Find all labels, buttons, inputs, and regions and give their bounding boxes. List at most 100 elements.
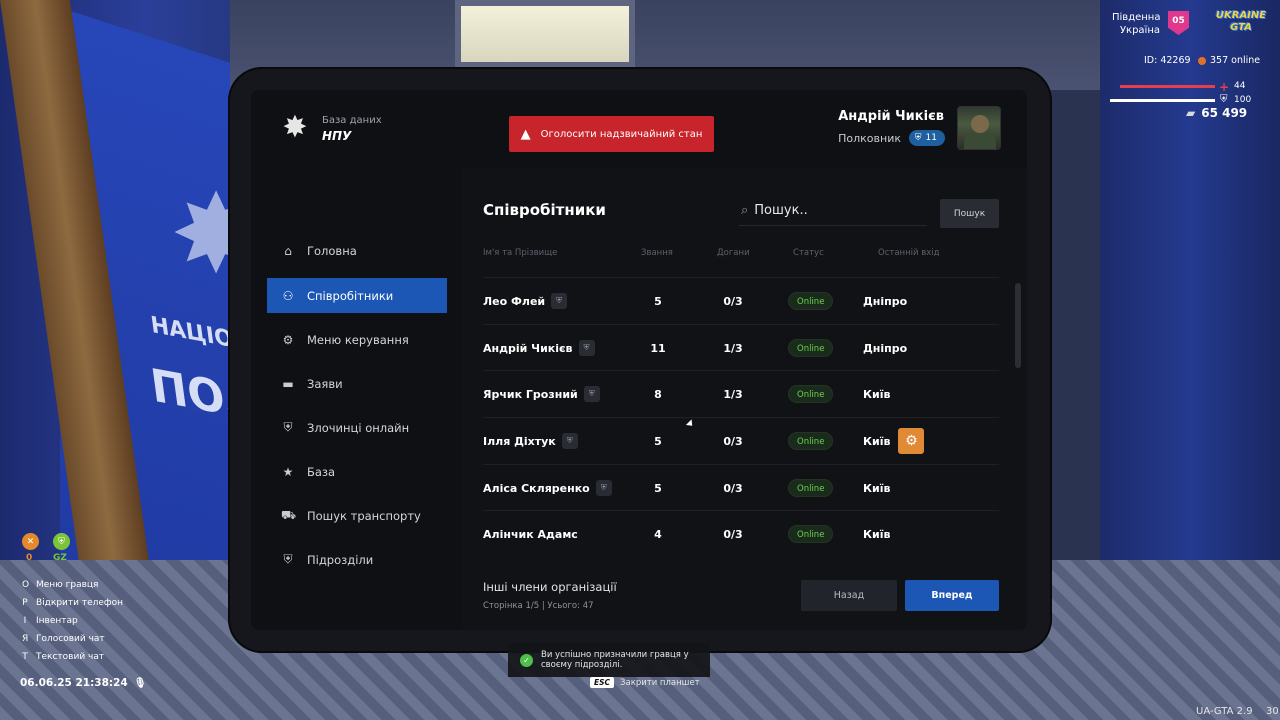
emergency-button-label: Оголосити надзвичайний стан: [540, 128, 703, 140]
microphone-icon: 🎙: [133, 677, 147, 689]
datetime: 06.06.25 21:38:24 🎙: [20, 677, 146, 689]
table-row[interactable]: Андрій Чикієв ⛨ 11 1/3 Online Дніпро: [483, 324, 999, 370]
column-header-name: Ім'я та Прізвище: [483, 248, 558, 258]
money-icon: ▰: [1186, 106, 1196, 120]
rank-level: 11: [925, 133, 937, 143]
shield-icon: ⛨: [561, 433, 578, 449]
declare-emergency-button[interactable]: ▲ Оголосити надзвичайний стан: [509, 116, 714, 152]
status-badge: Online: [788, 525, 834, 543]
user-rank: Полковник: [838, 132, 901, 145]
sidebar-item-criminals-online[interactable]: ⛨ Злочинці онлайн: [267, 410, 447, 445]
hotkey-open-phone: P Відкрити телефон: [22, 598, 123, 608]
employee-last-login: Київ: [863, 481, 891, 495]
sidebar-item-label: Пошук транспорту: [307, 508, 421, 523]
money-display: ▰ 65 499: [1186, 106, 1247, 120]
employee-rank: 8: [654, 387, 662, 401]
users-icon: ⚇: [282, 288, 294, 303]
logo-line1: UKRAINE: [1215, 10, 1267, 21]
hotkey-key: I: [23, 616, 27, 626]
hotkey-label: Відкрити телефон: [36, 598, 124, 608]
player-id: ID: 42269: [1144, 55, 1191, 66]
next-button[interactable]: Вперед: [905, 580, 999, 611]
employee-last-login: Дніпро: [863, 341, 908, 355]
sidebar-item-label: Підрозділи: [307, 552, 374, 567]
online-text: 357 online: [1210, 55, 1261, 66]
employee-warnings: 0/3: [723, 434, 743, 448]
table-row[interactable]: Алінчик Адамс 4 0/3 Online Київ: [483, 510, 999, 556]
armor-value: 100: [1234, 95, 1252, 105]
employee-last-login: Київ: [863, 387, 891, 401]
avatar: [957, 106, 1001, 150]
employee-name: Андрій Чикієв: [483, 341, 573, 355]
table-row[interactable]: Ярчик Грозний ⛨ 8 1/3 Online Київ: [483, 370, 999, 416]
hunger-icon: ✕: [22, 533, 39, 550]
check-icon: ✓: [520, 653, 533, 667]
shield-icon: ⛨: [914, 133, 922, 143]
column-header-rank: Звання: [641, 248, 673, 258]
status-badge: Online: [788, 339, 834, 357]
fps-counter: 30: [1266, 706, 1279, 717]
hunger-value: 0: [26, 553, 33, 563]
status-badge: Online: [788, 292, 834, 310]
sidebar-item-vehicle-search[interactable]: ⛟ Пошук транспорту: [267, 498, 447, 533]
close-tablet-hint: ESC Закрити планшет: [590, 677, 700, 688]
employee-warnings: 0/3: [723, 527, 743, 541]
logo-title: НПУ: [322, 129, 352, 143]
shield-icon: ⛨: [578, 340, 595, 356]
employee-warnings: 0/3: [723, 294, 743, 308]
datetime-text: 06.06.25 21:38:24: [20, 677, 128, 689]
sidebar-item-label: Заяви: [307, 376, 343, 391]
employee-name: Аліса Скляренко: [483, 481, 590, 495]
manage-employee-gear-button[interactable]: ⚙: [898, 428, 925, 454]
back-button[interactable]: Назад: [801, 580, 897, 611]
search-input[interactable]: [754, 203, 915, 218]
sidebar-item-base[interactable]: ★ База: [267, 454, 447, 489]
shield-icon: ⛨: [551, 293, 568, 309]
armor-bar: [1110, 99, 1215, 102]
sidebar-item-units[interactable]: ⛨ Підрозділи: [267, 542, 447, 577]
search-button[interactable]: Пошук: [940, 199, 999, 228]
sidebar-item-employees[interactable]: ⚇ Співробітники: [267, 278, 447, 313]
hotkey-key: T: [22, 652, 28, 662]
table-row[interactable]: Ілля Діхтук ⛨ 5 0/3 Online Київ ⚙: [483, 417, 999, 463]
column-header-status: Статус: [793, 248, 824, 258]
employee-name: Лео Флей: [483, 294, 546, 308]
folder-icon: ▬: [282, 376, 294, 391]
sidebar-item-home[interactable]: ⌂ Головна: [267, 233, 447, 268]
sidebar-item-control-menu[interactable]: ⚙ Меню керування: [267, 322, 447, 357]
employee-warnings: 1/3: [723, 341, 743, 355]
rank-badge: ⛨ 11: [908, 130, 945, 146]
hotkey-key: Я: [22, 634, 29, 644]
warning-icon: ▲: [520, 126, 531, 142]
employee-name: Ярчик Грозний: [483, 387, 578, 401]
column-header-last-login: Останній вхід: [878, 248, 940, 258]
status-badge: Online: [788, 385, 834, 403]
employee-name: Ілля Діхтук: [483, 434, 556, 448]
sidebar-item-label: Головна: [307, 243, 357, 258]
gear-icon: ⚙: [282, 332, 294, 347]
close-tablet-label: Закрити планшет: [620, 677, 700, 688]
zone-icon: ⛨: [53, 533, 70, 550]
table-row[interactable]: Аліса Скляренко ⛨ 5 0/3 Online Київ: [483, 464, 999, 510]
logo-line2: GTA: [1230, 22, 1252, 33]
sidebar-item-applications[interactable]: ▬ Заяви: [267, 366, 447, 401]
esc-key: ESC: [590, 677, 615, 688]
table-scrollbar[interactable]: [1015, 283, 1021, 368]
employee-rank: 5: [654, 481, 662, 495]
shield-icon: ⛨: [283, 420, 293, 434]
server-logo: UKRAINE GTA: [1213, 10, 1269, 38]
table-row[interactable]: Лео Флей ⛨ 5 0/3 Online Дніпро: [483, 277, 999, 323]
status-badge: Online: [788, 479, 834, 497]
pagination-info: Сторінка 1/5 | Усього: 47: [483, 601, 594, 611]
avatar-head: [971, 115, 989, 133]
header: ✸ База даних НПУ ▲ Оголосити надзвичайни…: [251, 90, 1027, 168]
health-bar: [1120, 85, 1215, 88]
employee-rank: 4: [654, 527, 662, 541]
shield-icon: ⛨: [595, 480, 612, 496]
shield-icon: ⛨: [583, 386, 600, 402]
logo-subtitle: База даних: [322, 115, 382, 126]
hotkey-voice-chat: Я Голосовий чат: [22, 634, 105, 644]
page-title: Співробітники: [483, 201, 606, 219]
police-star-icon: ✸: [282, 110, 308, 145]
region-line2: Україна: [1119, 25, 1160, 36]
